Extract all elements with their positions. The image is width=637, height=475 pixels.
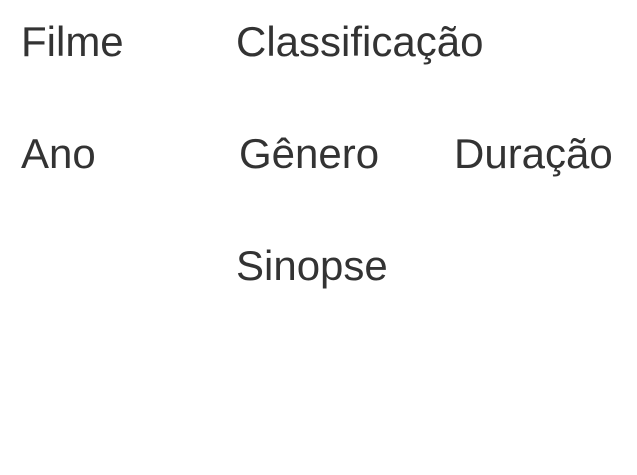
label-sinopse: Sinopse — [236, 242, 388, 289]
label-classificacao: Classificação — [236, 18, 484, 65]
label-ano: Ano — [21, 130, 96, 177]
label-genero: Gênero — [239, 130, 380, 177]
label-duracao: Duração — [454, 130, 613, 177]
label-filme: Filme — [21, 18, 124, 65]
